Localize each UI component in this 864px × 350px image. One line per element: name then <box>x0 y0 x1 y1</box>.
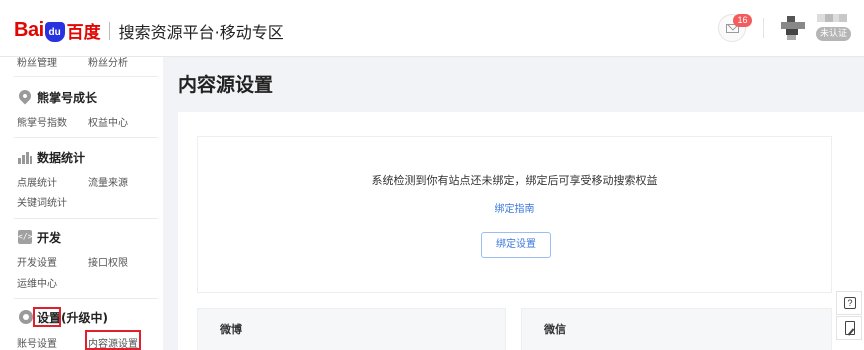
sidebar-item-impression-stats[interactable]: 点展统计 <box>17 174 57 189</box>
sidebar-item-traffic-source[interactable]: 流量来源 <box>88 174 128 189</box>
map-pin-icon <box>16 87 34 105</box>
help-button[interactable]: ? <box>836 291 862 315</box>
gear-icon <box>19 310 33 324</box>
bind-settings-button[interactable]: 绑定设置 <box>481 232 551 258</box>
logo-paw-icon: du <box>44 21 65 42</box>
help-icon: ? <box>844 297 856 309</box>
page-title: 内容源设置 <box>178 74 274 96</box>
top-header: Bai du 百度 搜索资源平台·移动专区 16 未认证 <box>0 0 864 57</box>
verification-status-badge[interactable]: 未认证 <box>816 27 852 41</box>
user-name-blurred[interactable] <box>817 14 847 22</box>
mail-count-badge: 16 <box>733 14 752 27</box>
highlight-content-source-box <box>85 330 141 350</box>
logo-bai-text: Bai <box>14 19 44 41</box>
sidebar-group-settings-status: (升级中) <box>61 311 108 325</box>
feedback-button[interactable] <box>836 316 862 340</box>
baidu-logo[interactable]: Bai du 百度 搜索资源平台·移动专区 <box>14 18 284 43</box>
sidebar: 粉丝管理 粉丝分析 熊掌号成长 熊掌号指数 权益中心 数据统计 点展统计 流量来… <box>0 57 163 350</box>
sidebar-divider <box>14 218 158 219</box>
sidebar-item-fans-analysis[interactable]: 粉丝分析 <box>88 54 128 69</box>
sidebar-item-fans-management[interactable]: 粉丝管理 <box>17 54 57 69</box>
sidebar-group-growth: 熊掌号成长 <box>37 91 98 105</box>
bind-guide-link[interactable]: 绑定指南 <box>198 200 831 215</box>
user-avatar[interactable] <box>781 16 805 40</box>
logo-cn-text: 百度 <box>66 23 101 43</box>
bind-notice-card: 系统检测到你有站点还未绑定，绑定后可享受移动搜索权益 绑定指南 绑定设置 <box>197 136 832 293</box>
sidebar-item-ops-center[interactable]: 运维中心 <box>17 275 57 290</box>
logo-separator <box>108 21 110 40</box>
sidebar-group-development: 开发 <box>37 231 62 245</box>
sidebar-group-statistics: 数据统计 <box>37 151 86 165</box>
sidebar-item-dev-settings[interactable]: 开发设置 <box>17 254 57 269</box>
code-icon: </> <box>18 230 32 244</box>
sidebar-item-keyword-stats[interactable]: 关键词统计 <box>17 194 67 209</box>
sidebar-item-rights-center[interactable]: 权益中心 <box>88 114 128 129</box>
feedback-edit-icon <box>845 321 855 335</box>
sidebar-divider <box>14 76 158 77</box>
sidebar-divider <box>14 298 158 299</box>
highlight-settings-box <box>33 307 61 327</box>
sidebar-divider <box>14 137 158 138</box>
platform-title: 搜索资源平台·移动专区 <box>118 22 284 42</box>
wechat-card: 微信 <box>521 308 832 350</box>
bar-chart-icon <box>18 150 32 164</box>
weibo-card: 微博 <box>197 308 506 350</box>
header-divider <box>763 18 764 38</box>
sidebar-item-index[interactable]: 熊掌号指数 <box>17 114 67 129</box>
wechat-card-title: 微信 <box>544 323 566 336</box>
unbound-site-notice: 系统检测到你有站点还未绑定，绑定后可享受移动搜索权益 <box>371 174 658 187</box>
sidebar-item-api-permissions[interactable]: 接口权限 <box>88 254 128 269</box>
sidebar-item-account-settings[interactable]: 账号设置 <box>17 335 57 350</box>
weibo-card-title: 微博 <box>220 323 242 336</box>
